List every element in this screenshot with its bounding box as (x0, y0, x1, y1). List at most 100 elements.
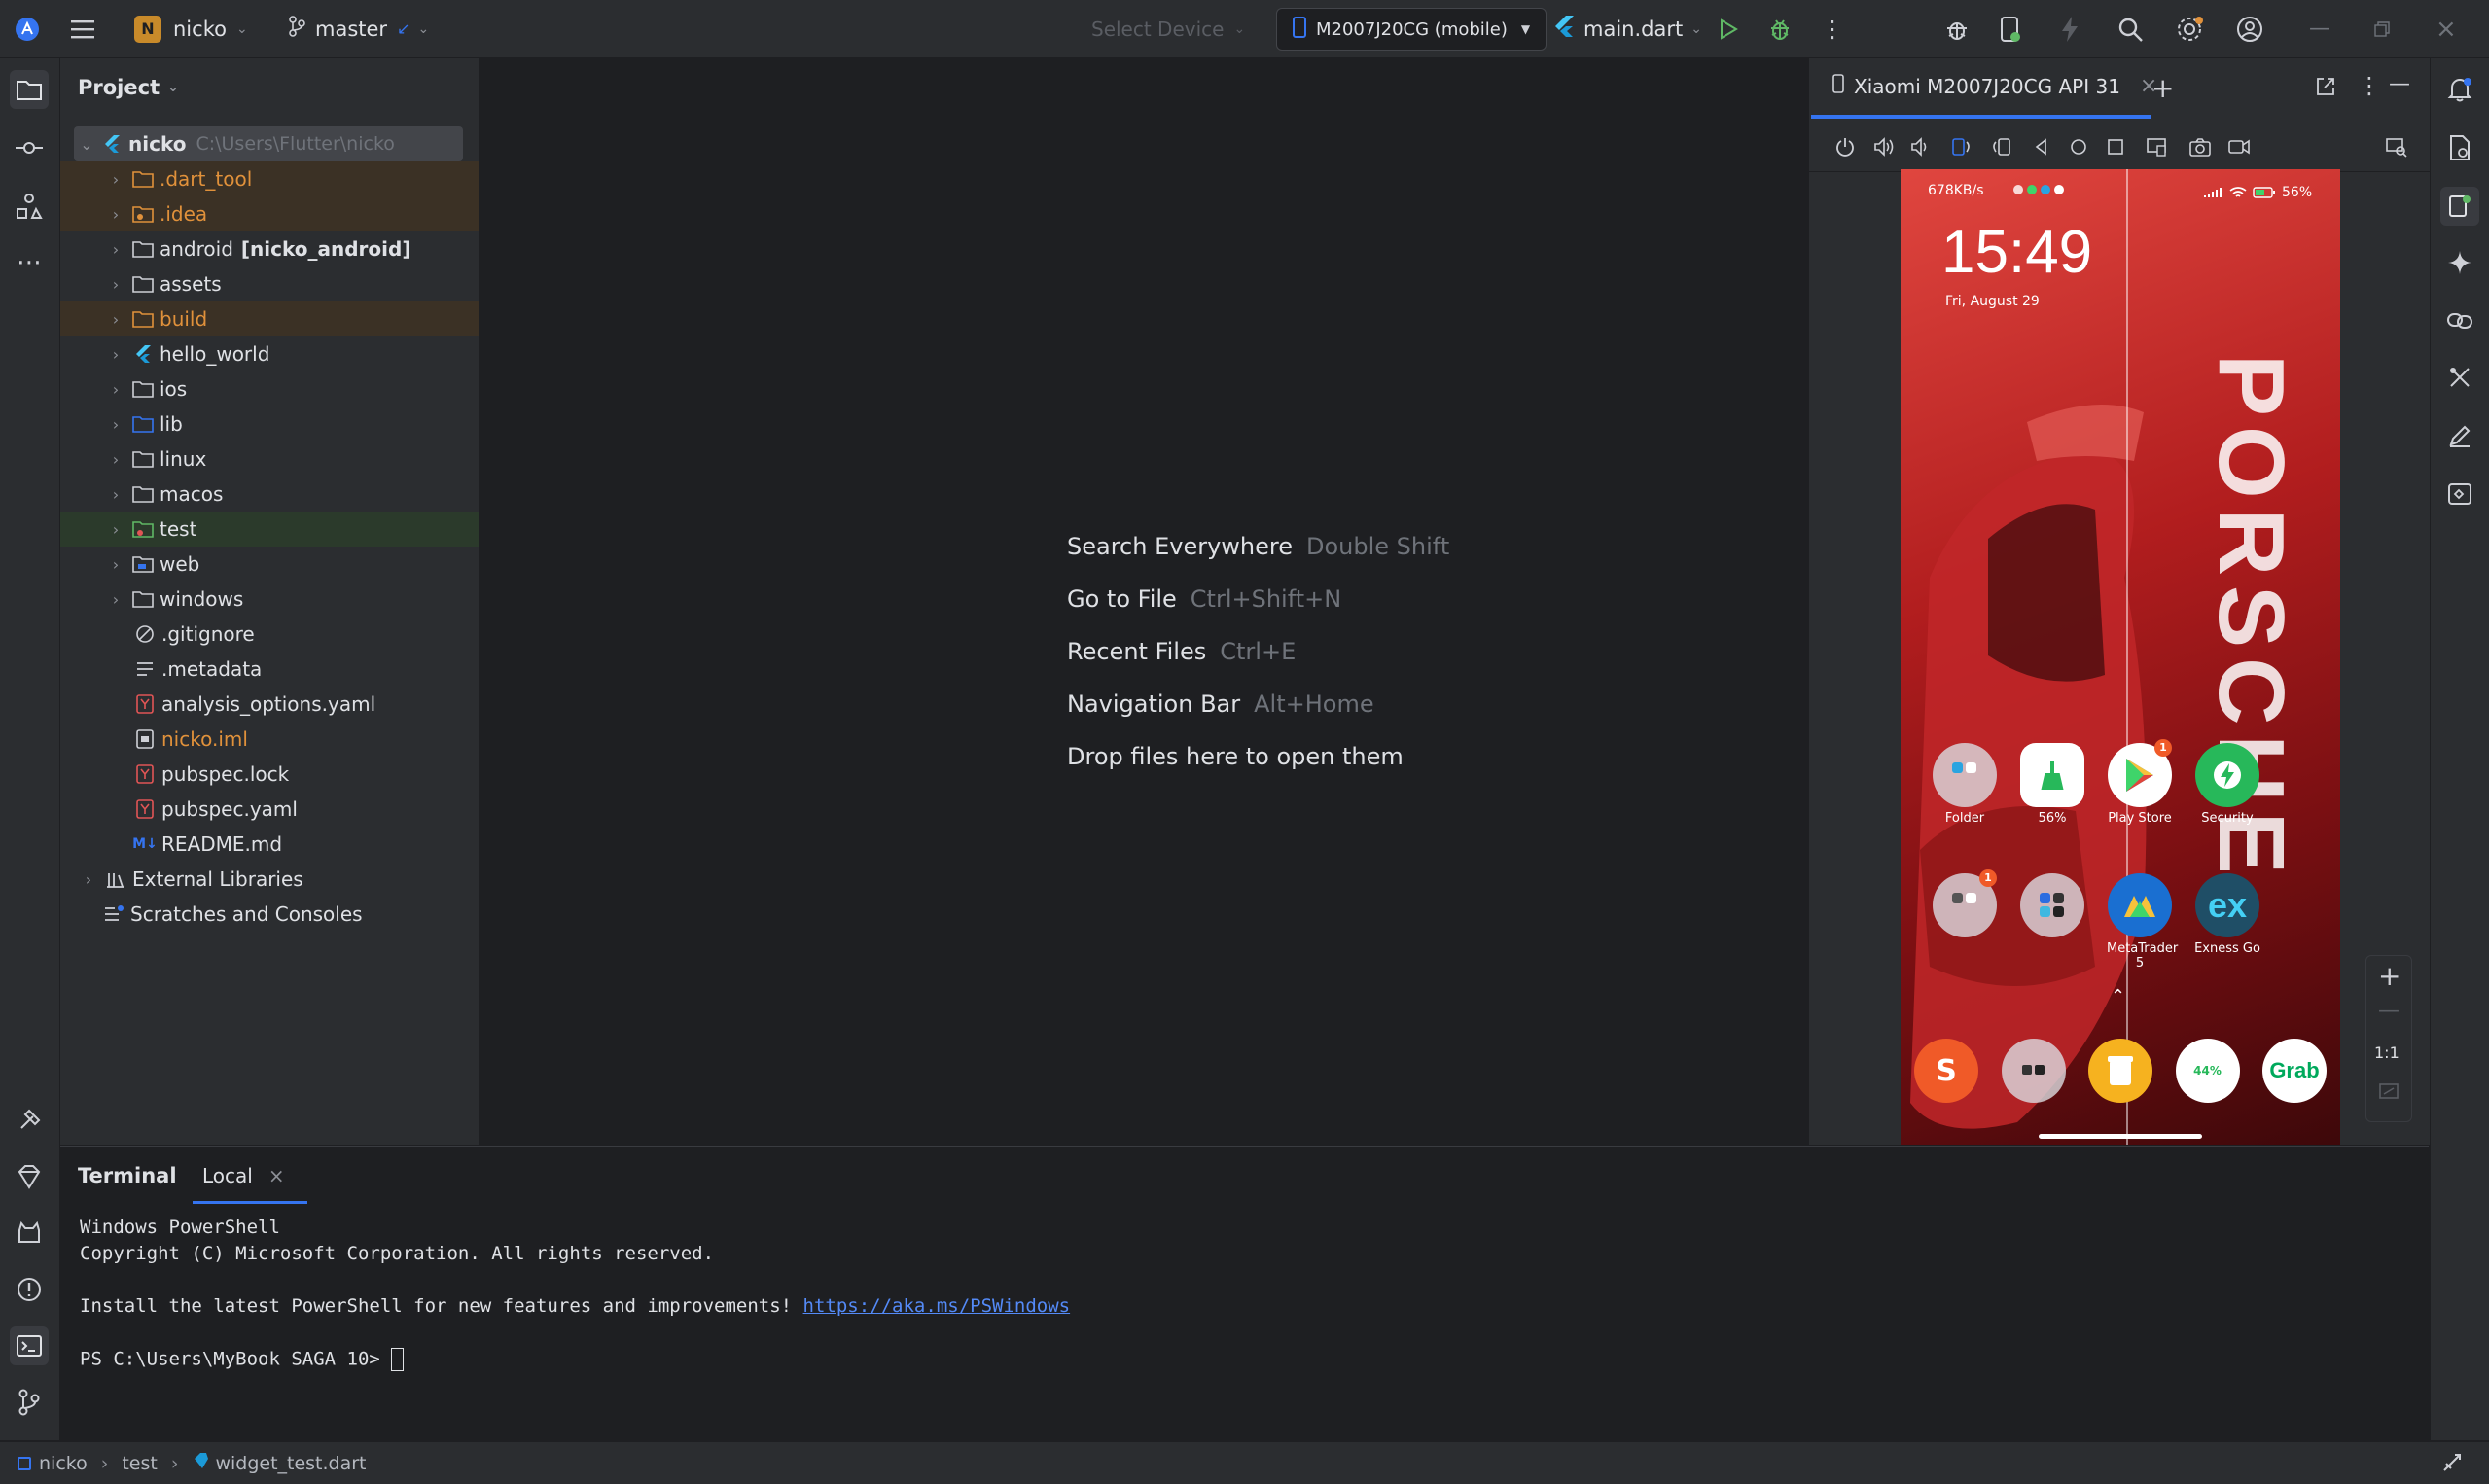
crumb-file[interactable]: widget_test.dart (215, 1453, 366, 1474)
tree-item-pubspec-lock[interactable]: pubspec.lock (60, 757, 479, 792)
project-tool-icon[interactable] (10, 70, 49, 109)
zoom-out-icon[interactable]: — (2378, 999, 2400, 1023)
volume-up-icon[interactable] (1873, 136, 1895, 158)
app-security[interactable]: Security (2194, 743, 2260, 826)
app-folder-2[interactable]: 1 (1932, 869, 1998, 941)
run-config-selector[interactable]: main.dart ⌄ (1554, 0, 1702, 57)
select-device-dropdown[interactable]: Select Device ⌄ (1091, 0, 1245, 57)
build-tool-icon[interactable] (10, 1101, 49, 1140)
running-devices-icon[interactable] (2440, 187, 2479, 226)
device-explorer-icon[interactable] (2385, 136, 2408, 158)
hide-panel-icon[interactable]: — (2389, 72, 2410, 96)
back-icon[interactable] (2031, 136, 2052, 158)
tree-item-assets[interactable]: › assets (60, 266, 479, 301)
screenshot-icon[interactable] (2188, 136, 2212, 158)
screen-record-icon[interactable] (2227, 136, 2251, 158)
layout-inspector-icon[interactable] (2440, 358, 2479, 397)
crumb-folder[interactable]: test (122, 1453, 158, 1474)
app-exness-go[interactable]: ex Exness Go (2194, 873, 2260, 956)
terminal-prompt-line[interactable]: PS C:\Users\MyBook SAGA 10> (80, 1348, 405, 1371)
power-icon[interactable] (1834, 136, 1856, 158)
file-manager-icon[interactable] (2088, 1039, 2152, 1103)
device-manager-icon[interactable] (2000, 0, 2021, 57)
main-menu-icon[interactable] (70, 0, 95, 57)
project-switcher[interactable]: N nicko ⌄ (134, 0, 248, 57)
tree-root-row[interactable]: ⌄ nicko C:\Users\Flutter\nicko (74, 126, 463, 161)
settings-gear-icon[interactable] (2175, 0, 2204, 57)
version-control-icon[interactable] (10, 1383, 49, 1422)
app-logo-icon[interactable] (14, 0, 41, 57)
home-icon[interactable] (2068, 136, 2089, 158)
cleaner-gauge-icon[interactable]: 44% (2175, 1039, 2240, 1103)
tree-item-windows[interactable]: › windows (60, 582, 479, 617)
debug-button[interactable] (1768, 0, 1792, 57)
overview-icon[interactable] (2105, 136, 2126, 158)
tree-item-nicko-iml[interactable]: nicko.iml (60, 722, 479, 757)
tree-item-lib[interactable]: › lib (60, 406, 479, 442)
app-links-icon[interactable] (2440, 301, 2479, 340)
panel-options-icon[interactable]: ⋮ (2358, 72, 2381, 99)
project-view-selector[interactable]: Project ⌄ (78, 76, 179, 99)
shopee-icon[interactable]: S (1914, 1039, 1978, 1103)
tree-item-build[interactable]: › build (60, 301, 479, 336)
close-tab-icon[interactable]: × (268, 1164, 285, 1187)
tree-item-pubspec-yaml[interactable]: pubspec.yaml (60, 792, 479, 827)
crumb-project[interactable]: nicko (39, 1453, 88, 1474)
add-device-icon[interactable]: + (2151, 72, 2174, 104)
app-cleaner[interactable]: 56% (2019, 743, 2085, 826)
grab-icon[interactable]: Grab (2262, 1039, 2327, 1103)
tree-item-external-libraries[interactable]: › External Libraries (60, 862, 479, 897)
rotate-left-icon[interactable] (1951, 136, 1973, 158)
more-tools-icon[interactable]: ⋯ (10, 243, 49, 282)
structure-tool-icon[interactable] (10, 187, 49, 226)
fit-screen-icon[interactable] (2378, 1080, 2400, 1102)
mirror-device-icon[interactable] (2146, 136, 2169, 158)
tree-item-hello-world[interactable]: › hello_world (60, 336, 479, 371)
open-in-window-icon[interactable] (2315, 76, 2336, 101)
powershell-link[interactable]: https://aka.ms/PSWindows (803, 1295, 1071, 1317)
device-selector[interactable]: M2007J20CG (mobile) ▼ (1276, 8, 1547, 51)
power-save-icon[interactable] (2441, 1452, 2465, 1477)
minimize-window-icon[interactable]: — (2309, 0, 2330, 57)
run-button[interactable] (1718, 0, 1739, 57)
more-actions-icon[interactable]: ⋮ (1821, 0, 1844, 57)
commit-tool-icon[interactable] (10, 128, 49, 167)
restore-window-icon[interactable] (2373, 0, 2391, 57)
attach-debugger-icon[interactable] (1943, 0, 1971, 57)
tree-item-gitignore[interactable]: .gitignore (60, 617, 479, 652)
logcat-icon[interactable] (10, 1214, 49, 1253)
device-file-explorer-icon[interactable] (2440, 128, 2479, 167)
problems-icon[interactable] (10, 1270, 49, 1309)
tree-item-idea[interactable]: › .idea (60, 196, 479, 231)
app-drawer-chevron-icon[interactable]: ⌃ (2111, 986, 2125, 1007)
tree-item-metadata[interactable]: .metadata (60, 652, 479, 687)
rotate-right-icon[interactable] (1990, 136, 2011, 158)
tree-item-test[interactable]: › test (60, 512, 479, 547)
app-folder-3[interactable] (2019, 873, 2085, 941)
tree-item-linux[interactable]: › linux (60, 442, 479, 477)
gemini-sparkle-icon[interactable] (2440, 243, 2479, 282)
tree-item-macos[interactable]: › macos (60, 477, 479, 512)
emulator-inspector-icon[interactable] (2440, 475, 2479, 513)
account-icon[interactable] (2235, 0, 2264, 57)
app-metatrader[interactable]: MetaTrader 5 (2107, 873, 2178, 971)
gesture-bar[interactable] (2039, 1134, 2202, 1139)
tree-item-readme[interactable]: M↓ README.md (60, 827, 479, 862)
device-screen[interactable]: PORSCHE 678KB/s 56% 15:49 Fri, August 29… (1901, 169, 2340, 1145)
terminal-tab-local[interactable]: Local × (202, 1164, 285, 1187)
device-tab[interactable]: Xiaomi M2007J20CG API 31 × (1832, 74, 2157, 98)
terminal-tool-icon[interactable] (10, 1326, 49, 1365)
tree-item-analysis-options[interactable]: analysis_options.yaml (60, 687, 479, 722)
hot-reload-icon[interactable] (2060, 0, 2080, 57)
app-folder[interactable]: Folder (1932, 743, 1998, 826)
zoom-in-icon[interactable]: + (2378, 960, 2400, 992)
tree-item-scratches[interactable]: Scratches and Consoles (60, 897, 479, 932)
tree-item-android[interactable]: › android [nicko_android] (60, 231, 479, 266)
tree-item-web[interactable]: › web (60, 547, 479, 582)
search-icon[interactable] (2116, 0, 2144, 57)
zoom-actual-size[interactable]: 1:1 (2374, 1043, 2400, 1062)
resource-editor-icon[interactable] (2440, 416, 2479, 455)
notifications-bell-icon[interactable] (2440, 70, 2479, 109)
tree-item-dart-tool[interactable]: › .dart_tool (60, 161, 479, 196)
app-play-store[interactable]: 1 Play Store (2107, 739, 2173, 826)
